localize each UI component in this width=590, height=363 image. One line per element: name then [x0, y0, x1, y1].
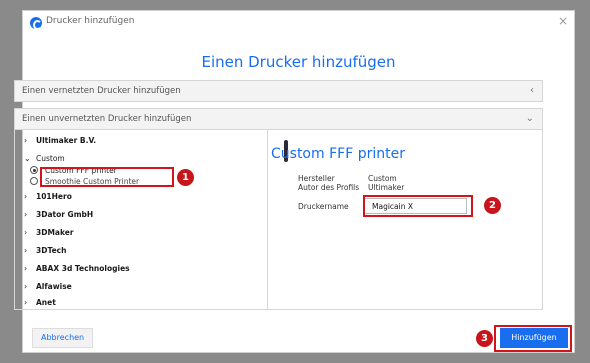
local-printer-label: Einen unvernetzten Drucker hinzufügen	[22, 114, 192, 124]
tree-item-label: 101Hero	[36, 192, 72, 201]
chevron-right-icon: ›	[24, 298, 28, 307]
tree-item-label: ABAX 3d Technologies	[36, 264, 130, 273]
chevron-right-icon: ›	[24, 246, 28, 255]
tree-item-ultimaker[interactable]: › Ultimaker B.V.	[24, 136, 96, 145]
annotation-box-1	[40, 167, 174, 187]
window-title: Drucker hinzufügen	[46, 16, 135, 26]
printer-name-label: Druckername	[298, 202, 349, 211]
chevron-right-icon: ›	[24, 210, 28, 219]
tree-item-label: Ultimaker B.V.	[36, 136, 97, 145]
tree-item-abax[interactable]: › ABAX 3d Technologies	[24, 264, 130, 273]
title-bar: Drucker hinzufügen ×	[23, 11, 574, 35]
page-title: Einen Drucker hinzufügen	[201, 53, 396, 71]
tree-item-label: 3DMaker	[36, 228, 74, 237]
tree-item-3dator[interactable]: › 3Dator GmbH	[24, 210, 93, 219]
author-value: Ultimaker	[368, 183, 405, 192]
tree-item-3dtech[interactable]: › 3DTech	[24, 246, 66, 255]
printer-tree[interactable]: › Ultimaker B.V. ⌄ Custom Custom FFF print…	[15, 130, 268, 309]
chevron-left-icon: ‹	[530, 85, 534, 96]
chevron-down-icon: ⌄	[525, 113, 534, 124]
cancel-button[interactable]: Abbrechen	[32, 328, 94, 348]
chevron-right-icon: ›	[24, 282, 28, 291]
chevron-right-icon: ›	[24, 192, 28, 201]
close-button[interactable]: ×	[558, 14, 568, 28]
annotation-badge-2: 2	[484, 197, 501, 214]
annotation-badge-1: 1	[177, 169, 194, 186]
tree-item-label: Alfawise	[36, 282, 72, 291]
annotation-badge-3: 3	[476, 330, 493, 347]
tree-item-3dmaker[interactable]: › 3DMaker	[24, 228, 74, 237]
annotation-box-3	[494, 325, 572, 352]
tree-item-label: 3Dator GmbH	[36, 210, 94, 219]
chevron-right-icon: ›	[24, 264, 28, 273]
tree-item-label: 3DTech	[36, 246, 67, 255]
chevron-down-icon: ⌄	[24, 154, 31, 163]
cura-logo-icon	[30, 17, 42, 30]
author-label: Autor des Profils	[298, 183, 360, 192]
local-printer-section[interactable]: Einen unvernetzten Drucker hinzufügen ⌄	[14, 108, 543, 130]
tree-item-101hero[interactable]: › 101Hero	[24, 192, 72, 201]
annotation-box-2	[363, 195, 473, 217]
tree-item-label: Custom	[36, 154, 65, 163]
tree-item-alfawise[interactable]: › Alfawise	[24, 282, 72, 291]
tree-item-custom[interactable]: ⌄ Custom	[24, 154, 65, 163]
radio-checked-icon	[30, 166, 38, 174]
manufacturer-value: Custom	[368, 174, 397, 183]
tree-item-label: Anet	[36, 298, 56, 307]
radio-unchecked-icon	[30, 177, 38, 185]
networked-printer-section[interactable]: Einen vernetzten Drucker hinzufügen ‹	[14, 80, 543, 102]
networked-printer-label: Einen vernetzten Drucker hinzufügen	[22, 86, 181, 96]
selected-printer-name: Custom FFF printer	[271, 146, 405, 162]
chevron-right-icon: ›	[24, 136, 28, 145]
chevron-right-icon: ›	[24, 228, 28, 237]
tree-item-anet[interactable]: › Anet	[24, 298, 56, 307]
manufacturer-label: Hersteller	[298, 174, 335, 183]
